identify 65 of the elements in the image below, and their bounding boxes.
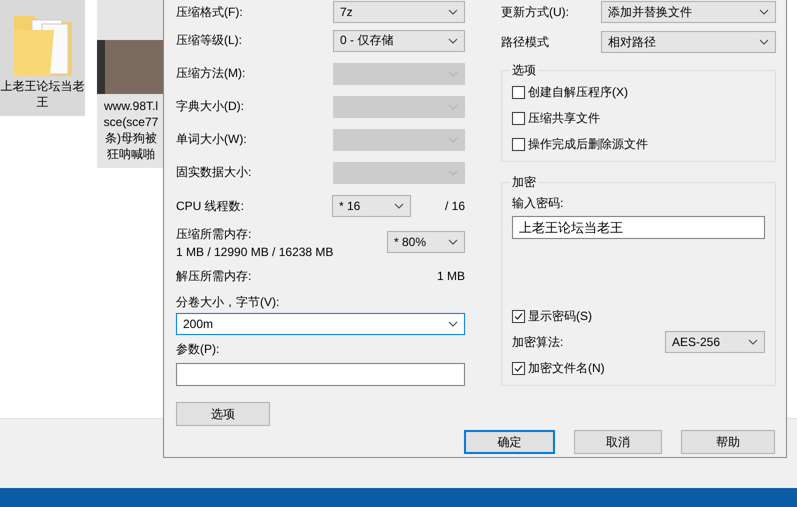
file-name: 条)母狗被 <box>105 130 157 146</box>
memory-value: 1 MB <box>436 269 465 283</box>
dropdown[interactable]: 200m <box>176 313 465 335</box>
checkbox-box[interactable] <box>512 138 525 150</box>
dialog-button[interactable]: 帮助 <box>681 430 775 454</box>
field-label: 字典大小(D): <box>176 98 244 115</box>
thread-max: / 16 <box>444 199 465 213</box>
checkbox-box[interactable] <box>512 86 525 98</box>
chevron-down-icon <box>448 321 458 327</box>
password-field[interactable]: 上老王论坛当老王 <box>512 216 765 239</box>
checkbox[interactable]: 显示密码(S) <box>512 307 765 325</box>
checkbox-box[interactable] <box>512 112 525 124</box>
chevron-down-icon <box>759 9 769 15</box>
options-button[interactable]: 选项 <box>176 402 270 426</box>
field-label: CPU 线程数: <box>176 198 244 214</box>
chevron-down-icon <box>394 203 404 209</box>
dropdown[interactable]: * 16 <box>332 195 411 217</box>
dialog-button[interactable]: 确定 <box>464 430 555 454</box>
field-label: 参数(P): <box>176 340 220 358</box>
chevron-down-icon <box>448 9 458 15</box>
field-label: 解压所需内存: <box>176 268 252 284</box>
chevron-down-icon <box>448 136 458 142</box>
checkbox[interactable]: 压缩共享文件 <box>512 109 765 127</box>
file-name: 狂呐喊啪 <box>107 146 155 162</box>
chevron-down-icon <box>748 339 758 345</box>
checkbox[interactable]: 加密文件名(N) <box>512 359 765 377</box>
checkbox[interactable]: 创建自解压程序(X) <box>512 83 765 101</box>
dropdown[interactable]: * 80% <box>387 231 465 253</box>
field-label: 加密算法: <box>512 334 564 350</box>
file-name: sce(sce77 <box>104 114 158 130</box>
dropdown[interactable]: 0 - 仅存储 <box>333 30 465 52</box>
field-label: 单词大小(W): <box>176 131 247 148</box>
field-label: 压缩等级(L): <box>176 32 242 49</box>
checkbox[interactable]: 操作完成后删除源文件 <box>512 135 765 153</box>
group-title: 选项 <box>511 62 537 79</box>
group-title: 加密 <box>511 174 537 191</box>
desktop-item[interactable]: www.98T.l sce(sce77 条)母狗被 狂呐喊啪 <box>97 0 165 168</box>
chevron-down-icon <box>448 104 458 110</box>
chevron-down-icon <box>759 39 769 45</box>
field-label: 更新方式(U): <box>501 4 569 20</box>
dialog-button[interactable]: 取消 <box>574 430 662 454</box>
chevron-down-icon <box>448 38 458 44</box>
dropdown[interactable]: 添加并替换文件 <box>601 1 776 23</box>
film-strip <box>97 40 105 94</box>
file-name: 上老王论坛当老 <box>0 78 84 94</box>
file-name: 王 <box>36 94 48 110</box>
memory-usage: 1 MB / 12990 MB / 16238 MB <box>176 244 334 258</box>
dropdown[interactable]: 7z <box>333 1 465 23</box>
field-label: 压缩格式(F): <box>176 4 243 20</box>
field-label: 压缩所需内存: <box>176 226 252 242</box>
dropdown[interactable]: AES-256 <box>665 331 765 353</box>
field-label: 压缩方法(M): <box>176 65 246 82</box>
checkbox-box[interactable] <box>512 310 525 322</box>
chevron-down-icon <box>448 239 458 245</box>
input-field[interactable] <box>176 363 465 386</box>
field-label: 分卷大小，字节(V): <box>176 294 280 310</box>
chevron-down-icon <box>448 70 458 76</box>
field-label: 路径模式 <box>501 34 549 50</box>
dropdown[interactable]: 相对路径 <box>601 31 776 53</box>
field-label: 输入密码: <box>512 195 564 212</box>
chevron-down-icon <box>448 170 458 176</box>
field-label: 固实数据大小: <box>176 164 252 181</box>
desktop-item[interactable]: 上老王论坛当老 王 <box>0 0 85 116</box>
checkbox-box[interactable] <box>512 362 525 374</box>
file-name: www.98T.l <box>104 98 158 114</box>
